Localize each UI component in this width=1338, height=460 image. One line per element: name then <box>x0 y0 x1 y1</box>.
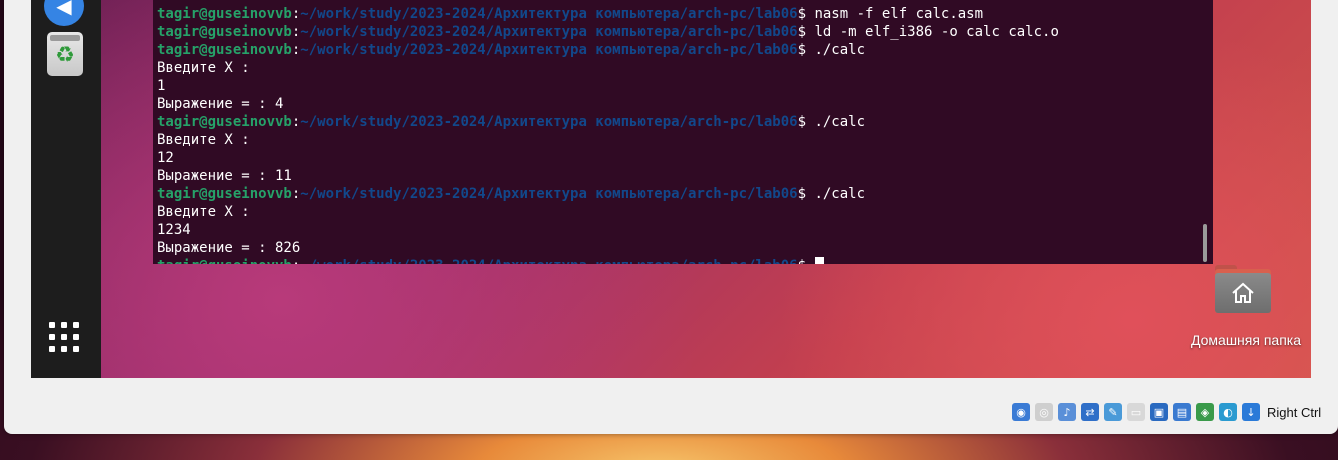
prompt-path: ~/work/study/2023-2024/Архитектура компь… <box>300 6 798 22</box>
usb-icon[interactable]: ✎ <box>1104 403 1122 421</box>
files-icon[interactable]: ◀ <box>44 0 88 26</box>
optical-drive-icon[interactable]: ◎ <box>1035 403 1053 421</box>
vm-status-bar: ◉ ◎ ♪ ⇄ ✎ ▭ ▣ ▤ ◈ ◐ ↓ Right Ctrl <box>1012 401 1338 423</box>
terminal-window[interactable]: .tagir@guseinovvb:~/work/study/2023-2024… <box>153 0 1213 264</box>
terminal-cursor <box>815 257 825 264</box>
terminal-prompt-line: tagir@guseinovvb:~/work/study/2023-2024/… <box>157 41 1059 59</box>
guest-display[interactable]: ◀ ♻ .tagir@guseinovvb:~/work/study/2023-… <box>31 0 1311 378</box>
show-apps-icon[interactable] <box>49 322 85 358</box>
terminal-command: nasm -f elf calc.asm <box>814 6 984 22</box>
terminal-prompt-line: tagir@guseinovvb:~/work/study/2023-2024/… <box>157 23 1059 41</box>
home-folder-label: Домашняя папка <box>1190 332 1302 348</box>
host-key-label: Right Ctrl <box>1267 404 1322 420</box>
terminal-scrollbar[interactable] <box>1203 224 1207 262</box>
home-folder-icon <box>1215 265 1271 313</box>
guest-additions-icon[interactable]: ◐ <box>1219 403 1237 421</box>
display-icon[interactable]: ▣ <box>1150 403 1168 421</box>
terminal-prompt-line: tagir@guseinovvb:~/work/study/2023-2024/… <box>157 257 1059 264</box>
prompt-dollar: $ <box>797 114 815 130</box>
recording-icon[interactable]: ▤ <box>1173 403 1191 421</box>
prompt-user-host: tagir@guseinovvb <box>157 186 292 202</box>
terminal-output-line: 12 <box>157 150 174 166</box>
prompt-user-host: tagir@guseinovvb <box>157 24 292 40</box>
prompt-path: ~/work/study/2023-2024/Архитектура компь… <box>300 42 798 58</box>
terminal-command: ld -m elf_i386 -o calc calc.o <box>814 24 1059 40</box>
prompt-dollar: $ <box>797 6 815 22</box>
terminal-command: ./calc <box>814 186 866 202</box>
prompt-user-host: tagir@guseinovvb <box>157 114 292 130</box>
terminal-output-line: Выражение = : 11 <box>157 168 292 184</box>
prompt-user-host: tagir@guseinovvb <box>157 258 292 264</box>
prompt-dollar: $ <box>797 24 815 40</box>
terminal-output-line: Введите X : <box>157 132 250 148</box>
network-icon[interactable]: ⇄ <box>1081 403 1099 421</box>
prompt-dollar: $ <box>797 186 815 202</box>
terminal-output: .tagir@guseinovvb:~/work/study/2023-2024… <box>157 0 1059 264</box>
terminal-output-line: Введите X : <box>157 60 250 76</box>
terminal-output-line: 1 <box>157 78 166 94</box>
prompt-path: ~/work/study/2023-2024/Архитектура компь… <box>300 24 798 40</box>
hard-disk-icon[interactable]: ◉ <box>1012 403 1030 421</box>
terminal-output-line: 1234 <box>157 222 191 238</box>
prompt-dollar: $ <box>798 258 815 264</box>
terminal-output-line: Выражение = : 4 <box>157 96 284 112</box>
mouse-integration-icon[interactable]: ↓ <box>1242 403 1260 421</box>
home-folder-desktop-icon[interactable]: Домашняя папка <box>1181 265 1311 348</box>
terminal-prompt-line: tagir@guseinovvb:~/work/study/2023-2024/… <box>157 113 1059 131</box>
terminal-command: ./calc <box>814 114 866 130</box>
prompt-user-host: tagir@guseinovvb <box>157 6 292 22</box>
terminal-output-line: Выражение = : 826 <box>157 240 301 256</box>
virtualbox-window: ◀ ♻ .tagir@guseinovvb:~/work/study/2023-… <box>4 0 1338 434</box>
terminal-command: ./calc <box>814 42 866 58</box>
trash-icon[interactable]: ♻ <box>47 32 85 78</box>
terminal-prompt-line: tagir@guseinovvb:~/work/study/2023-2024/… <box>157 185 1059 203</box>
shared-folders-icon[interactable]: ▭ <box>1127 403 1145 421</box>
prompt-path: ~/work/study/2023-2024/Архитектура компь… <box>300 186 798 202</box>
ubuntu-dock: ◀ ♻ <box>31 0 101 378</box>
prompt-path: ~/work/study/2023-2024/Архитектура компь… <box>300 114 798 130</box>
audio-icon[interactable]: ♪ <box>1058 403 1076 421</box>
cpu-icon[interactable]: ◈ <box>1196 403 1214 421</box>
prompt-dollar: $ <box>797 42 815 58</box>
terminal-prompt-line: tagir@guseinovvb:~/work/study/2023-2024/… <box>157 5 1059 23</box>
terminal-output-line: Введите X : <box>157 204 250 220</box>
prompt-user-host: tagir@guseinovvb <box>157 42 292 58</box>
prompt-path: ~/work/study/2023-2024/Архитектура компь… <box>300 258 797 264</box>
